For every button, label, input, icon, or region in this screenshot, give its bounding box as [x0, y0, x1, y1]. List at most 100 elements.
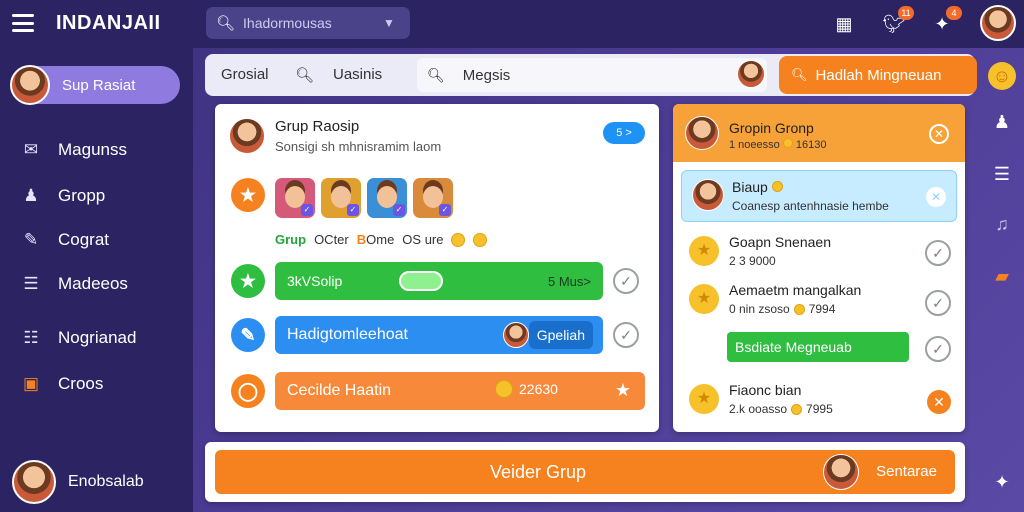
sidebar-bottom-user[interactable]: Enobsalab [12, 460, 144, 504]
close-icon[interactable]: ✕ [929, 124, 949, 144]
cta-label: Veider Grup [489, 462, 587, 482]
cta-panel: Veider Grup Sentarae [205, 442, 965, 502]
sidebar-item-label: Cograt [58, 230, 110, 249]
puzzle-icon[interactable]: ✦ 4 [930, 6, 962, 36]
meta-c: OS ure [402, 232, 444, 247]
green-bar-left: 3kVSolip [287, 273, 343, 289]
avatar [823, 454, 859, 490]
list-item[interactable]: ★ Goapn Snenaen 2 3 9000 [689, 234, 831, 268]
blue-bar-chip[interactable]: Gpeliah [528, 321, 593, 349]
star-icon: ★ [231, 264, 265, 298]
top-search-input[interactable] [243, 15, 384, 31]
check-icon[interactable]: ✓ [613, 268, 639, 294]
avatar [692, 179, 724, 211]
coin-icon [793, 303, 805, 315]
right-icon-bar: ☺ ♟ ☰ ♫ ▰ ✦ [980, 48, 1024, 512]
chevron-down-icon[interactable]: ▼ [383, 16, 395, 30]
avatar [503, 322, 529, 348]
main-search[interactable]: 🔍︎ Megsis [417, 58, 767, 92]
sidebar-item-madeeos[interactable]: ☰ Madeeos [20, 274, 128, 294]
sidebar-item-label: Magunss [58, 140, 127, 159]
folder-icon[interactable]: ▰ [988, 262, 1016, 290]
top-search[interactable]: 🔍︎ ▼ [206, 7, 410, 39]
sidebar: Sup Rasiat ✉ Magunss ♟ Gropp ✎ Cograt ☰ Made… [0, 48, 193, 512]
veider-grup-button[interactable]: Veider Grup Sentarae [215, 450, 955, 494]
sidebar-item-croos[interactable]: ▣ Croos [20, 374, 103, 394]
member-tiles: ✓ ✓ ✓ ✓ [275, 178, 453, 218]
member-tile[interactable]: ✓ [413, 178, 453, 218]
app-title: INDANJAII [56, 12, 161, 34]
search-icon[interactable]: 🔍︎ [295, 66, 314, 84]
sidebar-item-cograt[interactable]: ✎ Cograt [20, 230, 109, 250]
biaup-card[interactable]: Biaup Coanesp antenhnasie hembe ✕ [681, 170, 957, 222]
coin-icon [771, 181, 783, 192]
search-icon: 🔍︎ [216, 15, 236, 32]
menu-icon[interactable] [12, 14, 34, 32]
search-icon: 🔍︎ [427, 66, 445, 83]
member-tile[interactable]: ✓ [321, 178, 361, 218]
twitter-badge: 11 [898, 6, 914, 20]
avatar [10, 65, 50, 105]
gropin-header: Gropin Gronp 1 noeesso 16130 ✕ [673, 104, 965, 162]
list-item[interactable]: ★ Fiaonc bian 2.k ooasso 7995 [689, 382, 833, 416]
green-bar[interactable]: 3kVSolip 5 Mus> [275, 262, 603, 300]
check-icon[interactable]: ✓ [925, 240, 951, 266]
avatar[interactable] [737, 60, 765, 88]
group-toggle[interactable]: 5 > [603, 122, 645, 144]
menu-icon[interactable]: ☰ [988, 160, 1016, 188]
star-icon: ★ [689, 284, 719, 314]
star-icon: ★ [689, 384, 719, 414]
sidebar-item-label: Gropp [58, 186, 106, 205]
member-tile[interactable]: ✓ [275, 178, 315, 218]
bsdiate-button[interactable]: Bsdiate Megneuab [727, 332, 909, 362]
orange-bar-label: Cecilde Haatin [287, 382, 392, 399]
hadlah-button[interactable]: 🔍︎ Hadlah Mingneuan [779, 56, 977, 94]
sidebar-item-label: Nogrianad [58, 328, 137, 347]
cta-right-label[interactable]: Sentarae [876, 463, 937, 480]
sidebar-item-label: Madeeos [58, 274, 128, 293]
sidebar-user-name: Sup Rasiat [62, 76, 136, 94]
sidebar-item-gropp[interactable]: ♟ Gropp [20, 186, 105, 206]
user-avatar[interactable] [980, 5, 1016, 41]
coin-icon [495, 380, 513, 398]
card-sub: Coanesp antenhnasie hembe [732, 199, 889, 213]
sidebar-user[interactable]: Sup Rasiat [10, 65, 180, 105]
grid-icon: ☷ [23, 328, 39, 347]
main-content: Grosial 🔍︎ Uasinis 🔍︎ Megsis 🔍︎ Hadlah M… [193, 48, 980, 512]
check-icon[interactable]: ✓ [613, 322, 639, 348]
close-icon[interactable]: ✕ [926, 187, 946, 207]
check-icon: ✓ [301, 204, 313, 216]
green-bar-right: 5 Mus> [548, 273, 591, 289]
check-icon: ✓ [347, 204, 359, 216]
group-subtitle: Sonsigi sh mhnisramim laom [275, 139, 442, 154]
avatar [229, 118, 265, 154]
sidebar-item-nogrianad[interactable]: ☷ Nogrianad [20, 328, 136, 348]
grid-icon[interactable]: ▦ [832, 12, 856, 36]
sparkle-icon[interactable]: ✦ [988, 468, 1016, 496]
star-icon[interactable]: ★ [615, 380, 631, 401]
meta-green: Grup [275, 232, 307, 247]
check-icon[interactable]: ✓ [925, 290, 951, 316]
blue-bar[interactable]: Hadigtomleehoat Gpeliah [275, 316, 603, 354]
search-icon: 🔍︎ [791, 67, 808, 82]
sidebar-item-magunss[interactable]: ✉ Magunss [20, 140, 127, 160]
tab-grosial[interactable]: Grosial [221, 66, 269, 83]
check-icon: ✓ [439, 204, 451, 216]
group-header: Grup Raosip Sonsigi sh mhnisramim laom [229, 118, 441, 154]
list-item[interactable]: ★ Aemaetm mangalkan 0 nin zsoso 7994 [689, 282, 861, 316]
gropin-panel: Gropin Gronp 1 noeesso 16130 ✕ Biaup Coa… [673, 104, 965, 432]
edit-icon: ✎ [23, 230, 39, 249]
gropin-title: Gropin Gronp [729, 120, 814, 136]
person-icon: ♟ [23, 186, 39, 205]
close-icon[interactable]: ✕ [927, 390, 951, 414]
check-icon[interactable]: ✓ [925, 336, 951, 362]
user-icon[interactable]: ♟ [988, 108, 1016, 136]
music-icon[interactable]: ♫ [988, 210, 1016, 238]
tab-uasinis[interactable]: Uasinis [333, 66, 382, 83]
star-icon: ★ [231, 178, 265, 212]
smile-icon[interactable]: ☺ [988, 62, 1016, 90]
orange-bar[interactable]: Cecilde Haatin 22630 ★ [275, 372, 645, 410]
member-tile[interactable]: ✓ [367, 178, 407, 218]
twitter-icon[interactable]: 🐦︎ 11 [882, 6, 914, 36]
group-meta: Grup OCter BOme OS ure [275, 232, 488, 247]
